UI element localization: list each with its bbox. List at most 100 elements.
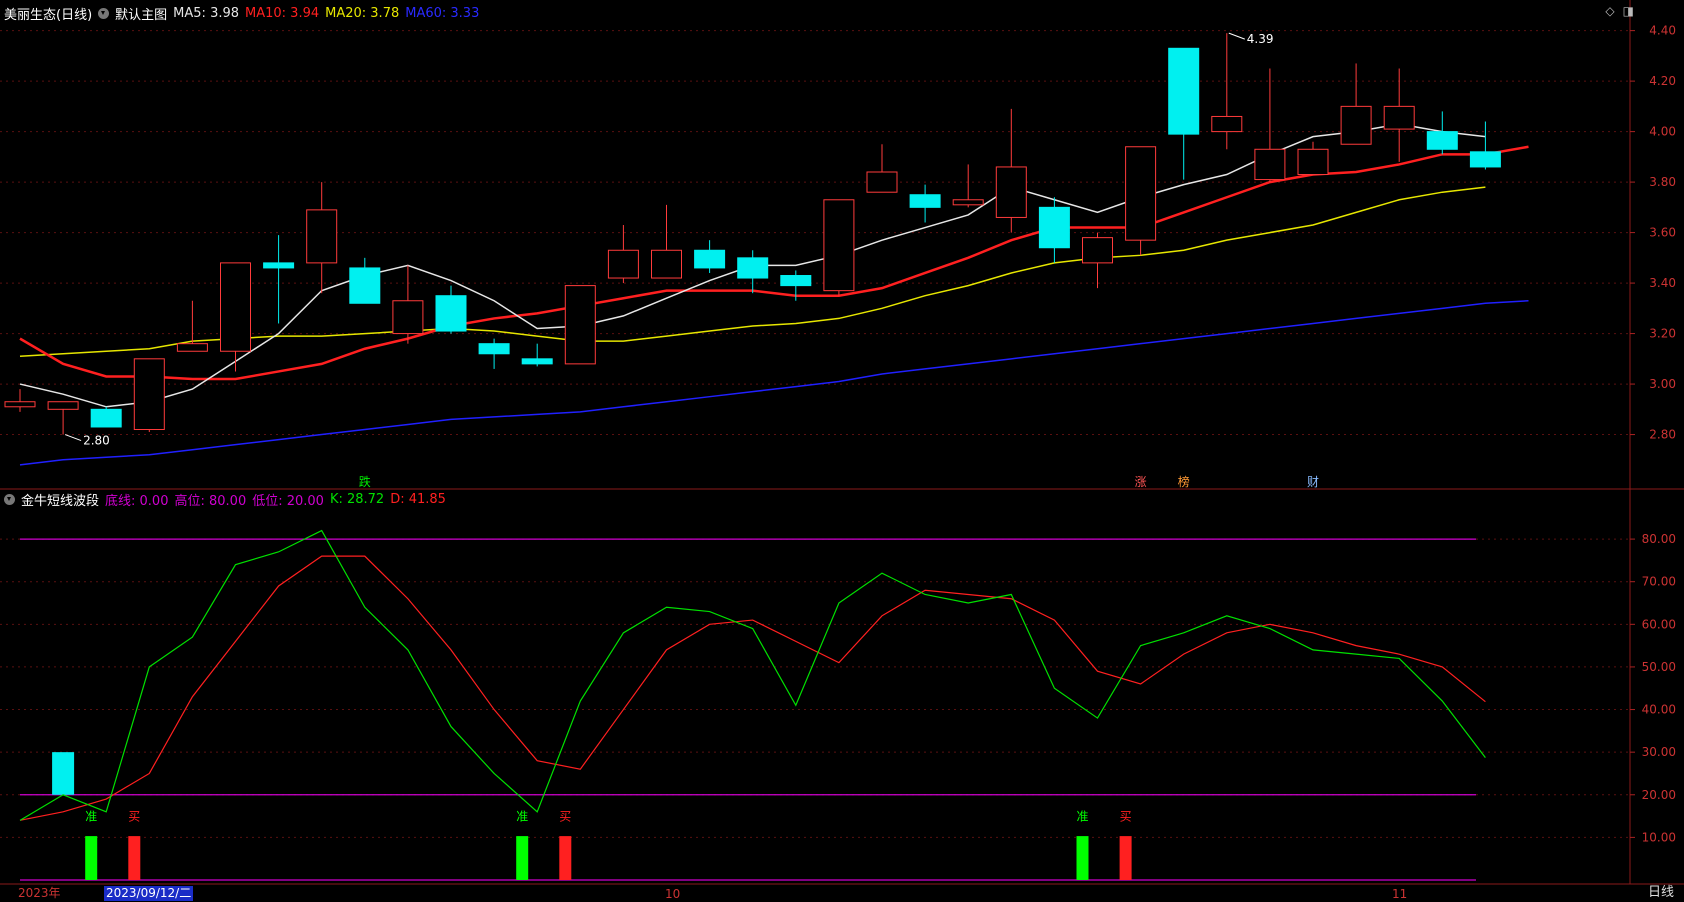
main-header: 美丽生态(日线) 默认主图 MA5: 3.98 MA10: 3.94 MA20:…	[4, 4, 479, 23]
price-annotation: 2.80	[83, 434, 110, 448]
price-annotation: 4.39	[1247, 32, 1274, 46]
event-marker: 财	[1307, 475, 1319, 489]
indicator-bar	[52, 752, 75, 795]
candle-body	[133, 358, 165, 431]
candle-body	[651, 249, 682, 279]
candle-body	[1125, 146, 1157, 241]
price-tick-label: 4.20	[1649, 74, 1676, 88]
window-controls: ◇ ◨	[1605, 4, 1634, 18]
period-button[interactable]: 日线	[1648, 881, 1674, 900]
candle-body	[392, 300, 424, 335]
candle-body	[866, 171, 898, 193]
candle-body	[823, 199, 855, 292]
signal-label: 准	[516, 809, 528, 823]
candle-body	[478, 343, 510, 355]
year-label: 2023年	[18, 886, 61, 900]
ma5-label: MA5: 3.98	[173, 6, 240, 21]
indicator-tick-label: 20.00	[1642, 788, 1676, 802]
candle-body	[521, 358, 553, 365]
candle-body	[607, 249, 639, 279]
diamond-icon[interactable]: ◇	[1605, 4, 1614, 18]
candle-body	[1426, 131, 1458, 150]
signal-label: 买	[559, 809, 571, 823]
annotation-arrow	[1228, 32, 1245, 40]
signal-bar	[1076, 836, 1089, 880]
panel-icon[interactable]: ◨	[1623, 4, 1634, 18]
ma20-label: MA20: 3.78	[325, 6, 400, 21]
candle-body	[263, 262, 295, 269]
candle-body	[4, 401, 36, 408]
k-line	[19, 529, 1486, 821]
candle-body	[306, 209, 338, 264]
indicator-tick-label: 70.00	[1642, 575, 1676, 589]
candle-body	[176, 343, 208, 352]
signal-bar	[128, 836, 141, 880]
candle-body	[1211, 115, 1243, 133]
candle-body	[435, 295, 467, 332]
indicator-tick-label: 30.00	[1642, 745, 1676, 759]
indicator-tick-label: 10.00	[1642, 830, 1676, 844]
candle-body	[47, 401, 79, 410]
signal-label: 买	[128, 809, 140, 823]
chart-canvas[interactable]: 4.40 4.20 4.00 3.80 3.60 3.40 3.20 3.00 2.80 2.80…	[0, 0, 1684, 902]
d-label: D: 41.85	[390, 492, 446, 507]
candle-body	[90, 408, 122, 428]
candle-body	[1082, 237, 1113, 264]
d-line	[19, 555, 1486, 821]
price-tick-label: 3.60	[1649, 226, 1676, 240]
cursor-date: 2023/09/12/二	[104, 886, 194, 901]
k-label: K: 28.72	[329, 492, 385, 507]
price-tick-label: 3.40	[1649, 276, 1676, 290]
candle-body	[694, 249, 726, 269]
high-label: 高位: 80.00	[174, 494, 247, 509]
month-label-11: 11	[1392, 887, 1408, 901]
indicator-tick-label: 80.00	[1642, 532, 1676, 546]
candle-body	[1168, 47, 1200, 135]
candle-body	[737, 257, 769, 279]
candle-body	[349, 267, 381, 304]
candle-body	[952, 199, 984, 206]
event-marker: 涨	[1135, 474, 1147, 489]
ma10-label: MA10: 3.94	[245, 6, 320, 21]
indicator-tick-label: 50.00	[1642, 660, 1676, 674]
candle-body	[1383, 105, 1415, 130]
candle-body	[564, 285, 596, 365]
candle-body	[1469, 151, 1501, 168]
indicator-header: 金牛短线波段 底线: 0.00 高位: 80.00 低位: 20.00 K: 2…	[4, 490, 446, 509]
indicator-name[interactable]: 金牛短线波段	[21, 490, 99, 509]
bottom-line-label: 底线: 0.00	[105, 494, 169, 509]
signal-label: 买	[1120, 809, 1132, 823]
price-tick-label: 4.40	[1649, 24, 1676, 38]
event-marker: 榜	[1178, 474, 1190, 489]
signal-bar	[85, 836, 98, 880]
ma60-label: MA60: 3.33	[405, 6, 480, 21]
signal-bar	[559, 836, 572, 880]
price-tick-label: 3.80	[1649, 175, 1676, 189]
signal-label: 准	[1076, 809, 1088, 823]
candle-body	[1340, 105, 1372, 145]
candle-body	[220, 262, 251, 352]
candle-body	[1254, 148, 1286, 181]
annotation-arrow	[64, 434, 82, 442]
price-tick-label: 4.00	[1649, 125, 1676, 139]
candle-body	[1297, 148, 1329, 176]
signal-bar	[516, 836, 529, 880]
dropdown-icon[interactable]	[98, 8, 110, 19]
candle-body	[1038, 206, 1070, 249]
indicator-tick-label: 60.00	[1642, 617, 1676, 631]
candle-body	[995, 166, 1027, 218]
low-label: 低位: 20.00	[252, 494, 324, 509]
candle-body	[909, 194, 941, 208]
signal-bar	[1119, 836, 1132, 880]
price-tick-label: 3.20	[1649, 327, 1676, 341]
template-label[interactable]: 默认主图	[115, 4, 167, 23]
stock-title[interactable]: 美丽生态(日线)	[4, 4, 92, 23]
price-tick-label: 3.00	[1649, 377, 1676, 391]
price-tick-label: 2.80	[1649, 428, 1676, 442]
event-marker: 跌	[359, 474, 371, 489]
indicator-tick-label: 40.00	[1642, 703, 1676, 717]
month-label-10: 10	[665, 887, 681, 901]
signal-label: 准	[85, 809, 97, 823]
candle-body	[780, 275, 812, 287]
indicator-dropdown-icon[interactable]	[4, 494, 15, 505]
